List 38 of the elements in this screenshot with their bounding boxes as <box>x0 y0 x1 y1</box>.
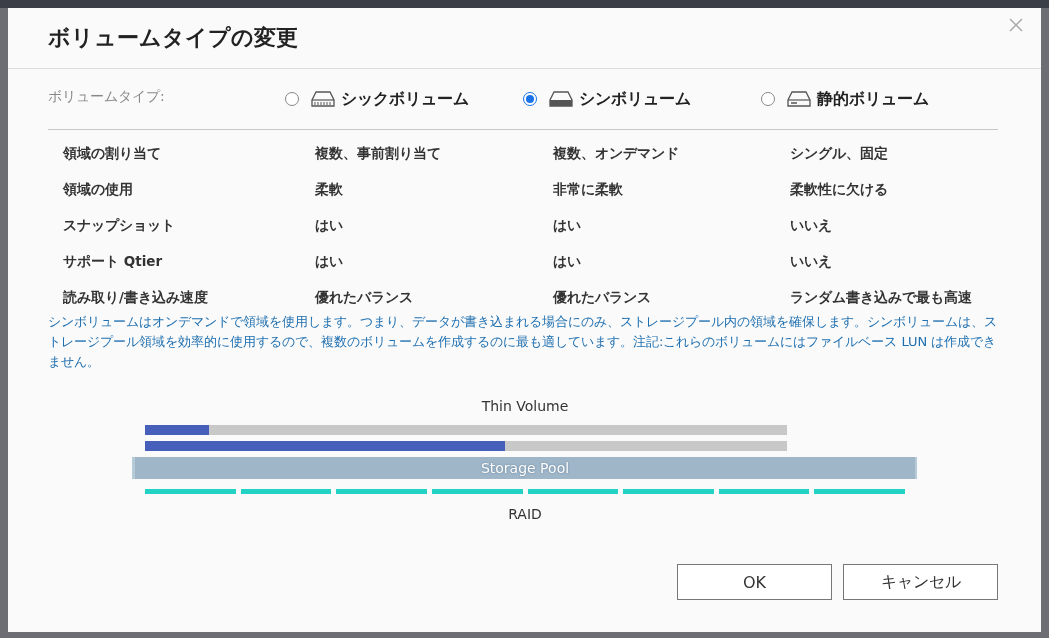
radio-button[interactable] <box>285 92 299 106</box>
description-text: シンボリュームはオンデマンドで領域を使用します。つまり、データが書き込まれる場合にのみ、ストレージプール内の領域を確保します。シンボリュームは、ストレージプール領域を効率的に使用するので、複数のボリュームを作成するのに最も適しています。注記:これらのボリュームにはファイルベース LUN は作成できません。 <box>48 313 998 371</box>
table-cell-text: ランダム書き込みで最も高速 <box>790 288 973 307</box>
table-cell-text: シングル、固定 <box>790 144 889 163</box>
table-cell-text: 優れたバランス <box>553 288 652 307</box>
storage-pool-label: Storage Pool <box>480 460 570 476</box>
table-cell-text: 柔軟 <box>315 180 344 199</box>
raid-label: RAID <box>507 506 543 522</box>
table-cell-text: 複数、オンデマンド <box>553 144 680 163</box>
table-cell-text: いいえ <box>790 252 833 271</box>
table-cell-text: 柔軟性に欠ける <box>790 180 889 199</box>
dialog-button[interactable]: キャンセル <box>843 564 998 600</box>
diagram-title: Thin Volume <box>480 398 570 414</box>
dialog-button[interactable]: OK <box>677 564 832 600</box>
table-cell-text: 読み取り/書き込み速度 <box>63 288 209 307</box>
table-cell-text: 優れたバランス <box>315 288 414 307</box>
table-cell-text: 領域の使用 <box>63 180 134 199</box>
volume-type-label: ボリュームタイプ: <box>48 88 166 106</box>
table-cell-text: 領域の割り当て <box>63 144 162 163</box>
volume-type-option[interactable]: 静的ボリューム <box>817 88 929 110</box>
table-cell-text: いいえ <box>790 216 833 235</box>
close-icon[interactable] <box>1009 18 1023 32</box>
table-cell-text: はい <box>553 216 582 235</box>
table-cell-text: はい <box>315 216 344 235</box>
table-cell-text: 複数、事前割り当て <box>315 144 442 163</box>
drive-icon <box>787 91 811 107</box>
table-cell-text: はい <box>553 252 582 271</box>
table-cell-text: はい <box>315 252 344 271</box>
volume-type-option[interactable]: シンボリューム <box>579 88 691 110</box>
table-cell-text: サポート Qtier <box>63 252 164 271</box>
dialog-title: ボリュームタイプの変更 <box>48 24 298 52</box>
drive-icon <box>311 91 335 107</box>
radio-button[interactable] <box>761 92 775 106</box>
volume-type-option[interactable]: シックボリューム <box>341 88 469 110</box>
table-cell-text: スナップショット <box>63 216 176 235</box>
radio-button[interactable] <box>523 92 537 106</box>
drive-icon <box>549 91 573 107</box>
table-cell-text: 非常に柔軟 <box>553 180 624 199</box>
